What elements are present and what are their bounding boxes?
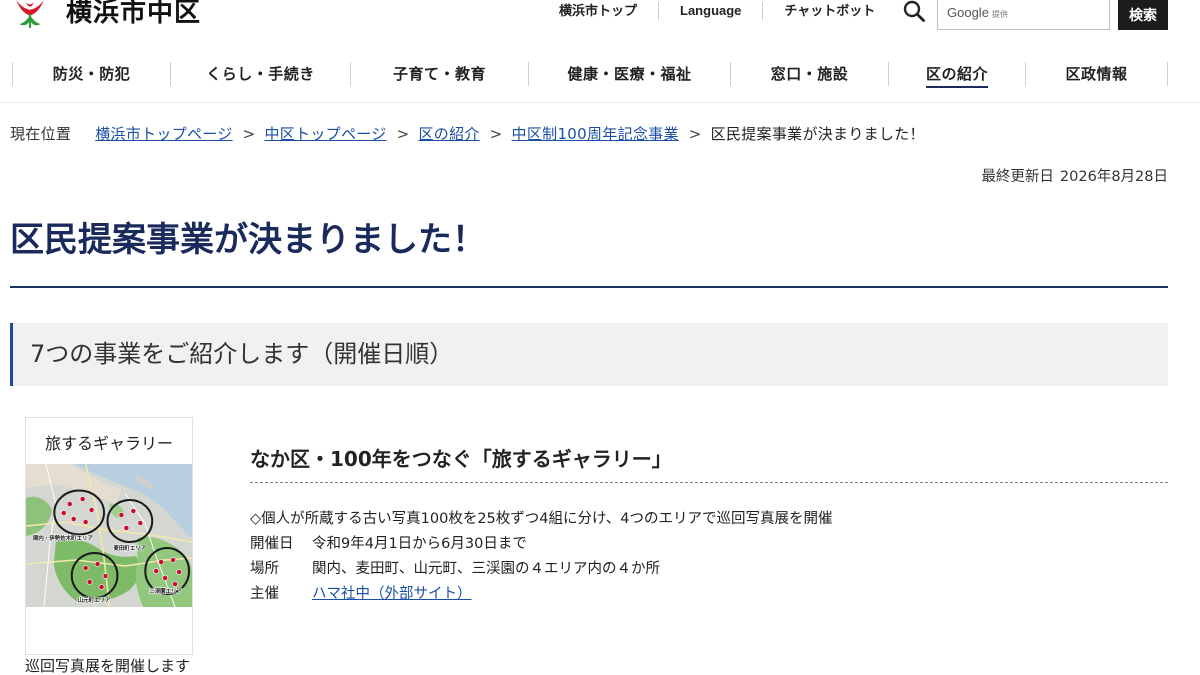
map-spot-marker (176, 569, 182, 575)
utility-item: Language (658, 2, 762, 20)
nav-item-ward-introduction[interactable]: 区の紹介 (888, 62, 1025, 88)
detail-row-date: 開催日 令和9年4月1日から6月30日まで (250, 532, 1168, 557)
search-icon-graphic (903, 0, 925, 22)
organizer-external-link[interactable]: ハマ社中（外部サイト） (312, 582, 472, 607)
site-title: 横浜市中区 (66, 0, 202, 28)
map-spot-marker (88, 507, 95, 513)
map-spot-marker (98, 584, 105, 590)
nav-item-label: くらし・手続き (206, 65, 315, 83)
map-spot-marker (118, 512, 125, 518)
search-input[interactable] (938, 0, 1109, 29)
event-description: ◇個人が所蔵する古い写真100枚を25枚ずつ4組に分け、4つのエリアで巡回写真展… (250, 511, 833, 527)
map-spot-marker (102, 573, 109, 579)
nav-item-label: 区の紹介 (925, 62, 989, 88)
map-label-mugitacho: 麦田町エリア (113, 544, 146, 552)
last-updated-date: 2026年8月28日 (1059, 169, 1168, 185)
detail-label: 主催 (250, 586, 279, 602)
detail-value: 関内、麦田町、山元町、三渓園の４エリア内の４か所 (312, 561, 660, 577)
breadcrumb-separator: > (489, 125, 503, 143)
detail-row-organizer: 主催 ハマ社中（外部サイト） (250, 582, 1168, 607)
map-label-yamamotocho: 山元町エリア (78, 596, 111, 604)
breadcrumb-separator: > (396, 125, 410, 143)
logo-green-leaf-left (19, 15, 31, 26)
event-image-caption: 巡回写真展を開催します (25, 657, 191, 675)
breadcrumb-current: 区民提案事業が決まりました！ (710, 125, 925, 143)
nav-item-label: 防災・防犯 (52, 65, 131, 83)
title-underline (10, 286, 1168, 288)
map-spot-marker (172, 581, 178, 587)
search-field[interactable]: Google 提供 (937, 0, 1110, 30)
utility-link-yokohama-top[interactable]: 横浜市トップ (559, 3, 637, 18)
nav-item-label: 窓口・施設 (770, 65, 849, 83)
logo-green-leaf-right (29, 15, 41, 26)
map-spot-marker (123, 525, 130, 531)
logo-graphic (16, 0, 44, 28)
utility-link-language[interactable]: Language (680, 3, 741, 18)
breadcrumb-link-100th-anniversary[interactable]: 中区制100周年記念事業 (512, 124, 679, 144)
yokohama-city-logo-icon (14, 0, 46, 29)
nav-item-health-welfare[interactable]: 健康・医療・福祉 (528, 62, 730, 86)
map-spot-marker (94, 561, 101, 567)
map-spot-marker (158, 559, 165, 565)
map-spot-marker (130, 508, 137, 514)
map-spot-marker (137, 520, 144, 526)
nav-item-living-procedures[interactable]: くらし・手続き (170, 62, 350, 86)
map-label-sankeien: 三渓園エリア (149, 587, 182, 595)
breadcrumb: 現在位置 横浜市トップページ > 中区トップページ > 区の紹介 > 中区制10… (10, 124, 925, 144)
map-spot-marker (79, 496, 86, 502)
detail-label: 場所 (250, 561, 279, 577)
detail-label: 開催日 (250, 536, 294, 552)
map-spot-marker (70, 516, 77, 522)
utility-item: チャットボット (762, 2, 896, 20)
nav-item-label: 健康・医療・福祉 (567, 65, 692, 83)
event-map-image: 関内・伊勢佐木町エリア 麦田町エリア 山元町エリア 三渓園エリア (26, 464, 192, 607)
map-spot-marker (170, 557, 176, 563)
logo-stem (28, 14, 32, 28)
nav-item-label: 子育て・教育 (392, 65, 486, 83)
global-nav: 防災・防犯 くらし・手続き 子育て・教育 健康・医療・福祉 窓口・施設 区の紹介… (12, 62, 1168, 88)
utility-item: 横浜市トップ (538, 2, 658, 20)
map-spot-marker (60, 510, 67, 516)
search-button[interactable]: 検索 (1118, 0, 1168, 30)
map-spot-marker (66, 501, 73, 507)
nav-item-label: 区政情報 (1065, 65, 1128, 83)
breadcrumb-link-ward-introduction[interactable]: 区の紹介 (418, 124, 479, 144)
map-spot-marker (153, 568, 160, 574)
search-icon (903, 0, 925, 22)
event-title: なか区・100年をつなぐ「旅するギャラリー」 (250, 447, 672, 471)
map-spot-marker (82, 565, 89, 571)
map-spot-marker (82, 519, 89, 525)
page-title: 区民提案事業が決まりました！ (10, 220, 486, 260)
site-home-link[interactable]: 横浜市中区 (14, 0, 214, 32)
section-heading: 7つの事業をご紹介します（開催日順） (10, 323, 1168, 386)
last-updated-label: 最終更新日 (981, 169, 1054, 185)
map-label-kannai: 関内・伊勢佐木町エリア (33, 534, 94, 542)
event-image-box: 旅するギャラリー 関内・伊勢佐木町エリア 麦田町エリア 山元町エリア 三渓園エリ… (25, 417, 193, 655)
site-header: 横浜市中区 横浜市トップ Language チャットボット Google 提供 検… (0, 0, 1200, 46)
last-updated: 最終更新日 2026年8月28日 (981, 168, 1168, 186)
detail-value: 令和9年4月1日から6月30日まで (312, 536, 527, 552)
breadcrumb-label: 現在位置 (10, 125, 72, 143)
logo-red-center-petal (25, 2, 35, 7)
nav-divider (0, 102, 1200, 103)
event-image-title: 旅するギャラリー (44, 434, 173, 453)
breadcrumb-separator: > (242, 125, 256, 143)
map-spot-marker (86, 579, 93, 585)
nav-item-offices-facilities[interactable]: 窓口・施設 (730, 62, 888, 86)
map-spot-marker (162, 575, 169, 581)
nav-item-childcare-education[interactable]: 子育て・教育 (350, 62, 528, 86)
utility-link-chatbot[interactable]: チャットボット (784, 3, 875, 18)
logo-red-petals (16, 0, 44, 16)
utility-nav: 横浜市トップ Language チャットボット (538, 2, 896, 20)
event-title-divider (250, 482, 1168, 483)
breadcrumb-separator: > (688, 125, 702, 143)
event-details: ◇個人が所蔵する古い写真100枚を25枚ずつ4組に分け、4つのエリアで巡回写真展… (250, 507, 1168, 607)
global-nav-list: 防災・防犯 くらし・手続き 子育て・教育 健康・医療・福祉 窓口・施設 区の紹介… (12, 62, 1168, 88)
detail-row-location: 場所 関内、麦田町、山元町、三渓園の４エリア内の４か所 (250, 557, 1168, 582)
nav-item-ward-administration[interactable]: 区政情報 (1025, 62, 1168, 86)
breadcrumb-link-naka-top[interactable]: 中区トップページ (264, 124, 386, 144)
nav-item-disaster-prevention[interactable]: 防災・防犯 (12, 62, 170, 86)
breadcrumb-link-yokohama-top[interactable]: 横浜市トップページ (95, 124, 232, 144)
